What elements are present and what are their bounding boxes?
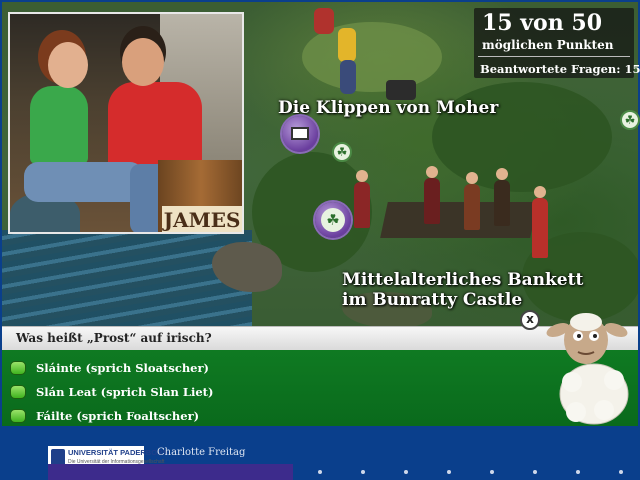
close-icon[interactable]: x [520, 310, 540, 330]
page-dot [490, 470, 494, 474]
shamrock-marker[interactable]: ☘ [332, 142, 352, 162]
page-dot [533, 470, 537, 474]
page-dot [576, 470, 580, 474]
location-marker-cliffs[interactable] [282, 116, 318, 152]
footer-accent-bar [48, 464, 293, 480]
photo-jeans [24, 162, 144, 202]
visitor-figure [340, 60, 356, 94]
quiz-question: Was heißt „Prost“ auf irisch? [16, 331, 212, 345]
pub-photo: JAMES [8, 12, 244, 234]
university-name: UNIVERSITÄT PADERBORN [68, 448, 168, 457]
photo-man [108, 82, 202, 170]
answer-bullet-icon [10, 361, 26, 375]
barrel-label: JAMES [162, 206, 242, 232]
tv-icon [291, 127, 309, 140]
backpack [386, 80, 416, 100]
answer-bullet-icon [10, 385, 26, 399]
page-dot [404, 470, 408, 474]
score-panel: 15 von 50 möglichen Punkten Beantwortete… [474, 8, 640, 78]
location-label-banquet-line1: Mittelalterliches Bankett [342, 270, 584, 290]
answer-panel: Sláinte (sprich Sloatscher) Slán Leat (s… [2, 350, 638, 426]
shamrock-icon: ☘ [336, 145, 348, 159]
answer-text: Sláinte (sprich Sloatscher) [36, 361, 209, 375]
location-label-banquet-line2: im Bunratty Castle [342, 290, 523, 310]
shamrock-icon: ☘ [321, 208, 345, 232]
answer-text: Fáilte (sprich Foaltscher) [36, 409, 200, 423]
answered-count: Beantwortete Fragen: 15 [480, 62, 640, 76]
banquet-guest [494, 168, 510, 226]
photo-man-head [122, 38, 164, 86]
answer-option-1[interactable]: Sláinte (sprich Sloatscher) [10, 359, 209, 377]
author-name: Charlotte Freitag [157, 447, 246, 458]
banquet-guest [532, 186, 548, 258]
location-marker-banquet[interactable]: ☘ [315, 202, 351, 238]
answer-bullet-icon [10, 409, 26, 423]
visitor-figure [338, 28, 356, 62]
shamrock-icon: ☘ [624, 113, 636, 127]
page-dot [318, 470, 322, 474]
sheep-mascot [546, 313, 629, 425]
page-dot [447, 470, 451, 474]
photo-woman-head [48, 42, 88, 88]
shamrock-marker[interactable]: ☘ [620, 110, 640, 130]
question-bar: Was heißt „Prost“ auf irisch? [2, 326, 638, 351]
score-divider [478, 56, 630, 57]
answer-option-2[interactable]: Slán Leat (sprich Slan Liet) [10, 383, 213, 401]
location-label-cliffs: Die Klippen von Moher [278, 98, 499, 118]
answer-option-3[interactable]: Fáilte (sprich Foaltscher) [10, 407, 199, 425]
banquet-table [380, 202, 538, 238]
page-dots [318, 470, 640, 474]
score-headline: 15 von 50 [482, 10, 603, 36]
answer-text: Slán Leat (sprich Slan Liet) [36, 385, 214, 399]
banquet-guest [354, 170, 370, 228]
page-dot [619, 470, 623, 474]
page-dot [361, 470, 365, 474]
banquet-guest [424, 166, 440, 224]
score-subline: möglichen Punkten [482, 38, 614, 52]
sea-water [2, 230, 252, 330]
photo-woman [30, 86, 88, 164]
banquet-guest [464, 172, 480, 230]
visitor-figure [314, 8, 334, 34]
